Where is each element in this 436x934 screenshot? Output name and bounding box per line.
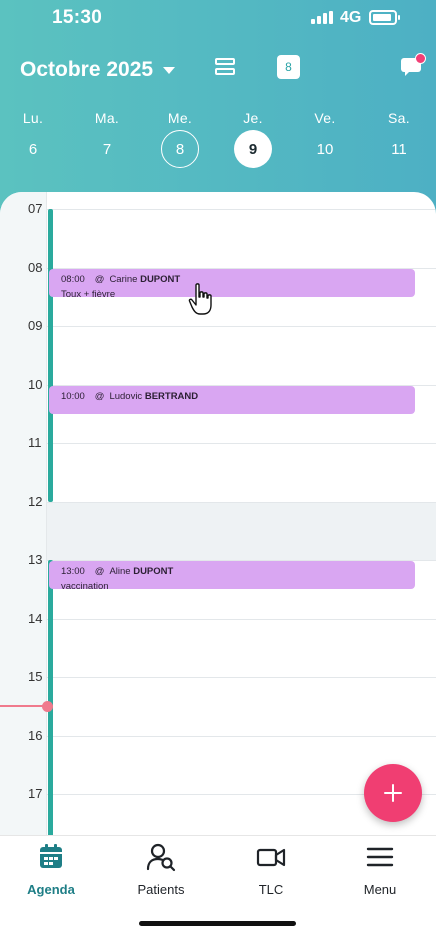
view-toggle-icon[interactable] xyxy=(215,58,235,76)
hand-cursor-icon xyxy=(188,283,212,315)
appointment-time: 13:00 xyxy=(61,566,85,577)
day-9[interactable]: Je. 9 xyxy=(223,108,283,168)
day-10[interactable]: Ve. 10 xyxy=(295,108,355,168)
nav-label: Agenda xyxy=(27,882,75,897)
nav-label: TLC xyxy=(258,882,284,897)
patient-last-name: DUPONT xyxy=(140,273,181,285)
hour-label: 08 xyxy=(28,259,43,275)
hour-label: 07 xyxy=(28,201,43,216)
patients-icon xyxy=(146,843,176,872)
nav-tlc[interactable]: TLC xyxy=(221,842,321,897)
hour-line xyxy=(47,443,436,444)
month-selector[interactable]: Octobre 2025 xyxy=(20,56,176,84)
hour-line xyxy=(47,326,436,327)
hour-line xyxy=(47,677,436,678)
appointment-reason: Toux + fièvre xyxy=(61,288,116,300)
day-number: 8 xyxy=(161,130,199,168)
at-icon: @ xyxy=(94,273,105,285)
patient-first-name: Carine xyxy=(109,273,138,285)
day-number: 9 xyxy=(234,130,272,168)
day-6[interactable]: Lu. 6 xyxy=(3,108,63,168)
hour-label: 13 xyxy=(28,552,43,567)
calendar-icon xyxy=(40,844,62,868)
appointment-card[interactable]: 13:00 @ Aline DUPONT vaccination xyxy=(49,561,415,592)
day-number: 7 xyxy=(102,140,112,158)
patient-first-name: Ludovic xyxy=(109,390,143,402)
nav-label: Patients xyxy=(137,882,185,897)
day-name: Sa. xyxy=(388,110,410,126)
day-name: Ma. xyxy=(94,110,120,126)
day-name: Lu. xyxy=(22,110,44,126)
hour-label: 12 xyxy=(28,493,43,509)
day-number: 6 xyxy=(28,140,38,158)
nav-menu[interactable]: Menu xyxy=(330,842,430,897)
at-icon: @ xyxy=(94,390,105,402)
hour-label: 09 xyxy=(28,318,43,333)
at-icon: @ xyxy=(94,566,105,577)
patient-last-name: BERTRAND xyxy=(144,390,199,402)
hour-label: 10 xyxy=(28,376,43,392)
today-calendar-icon[interactable]: 8 xyxy=(277,55,300,79)
unavailable-slot xyxy=(47,501,436,560)
hour-label: 16 xyxy=(28,727,43,743)
today-badge: 8 xyxy=(285,60,292,74)
patient-first-name: Aline xyxy=(109,566,131,577)
day-8[interactable]: Me. 8 xyxy=(150,108,210,168)
day-7[interactable]: Ma. 7 xyxy=(77,108,137,168)
appointment-time: 08:00 xyxy=(61,273,85,285)
hour-line xyxy=(47,618,436,620)
nav-label: Menu xyxy=(363,882,397,897)
network-type: 4G xyxy=(340,9,362,26)
agenda-grid[interactable]: 07 08 09 10 11 12 13 14 15 16 17 08:00 @ Carine DUPON… xyxy=(0,192,436,835)
day-11[interactable]: Sa. 11 xyxy=(369,108,429,168)
hour-line xyxy=(47,209,436,210)
appointment-reason: vaccination xyxy=(61,581,109,592)
hour-label: 15 xyxy=(28,669,43,684)
day-name: Je. xyxy=(243,110,263,126)
appointment-time: 10:00 xyxy=(61,390,85,402)
hour-line xyxy=(47,501,436,503)
app-header: 15:30 4G Octobre 2025 8 Lu. 6 Ma. 7 Me. 8 Je. 9… xyxy=(0,0,436,215)
day-name: Ve. xyxy=(314,110,336,126)
patient-last-name: DUPONT xyxy=(133,566,174,577)
battery-level xyxy=(373,14,391,21)
appointment-card[interactable]: 10:00 @ Ludovic BERTRAND xyxy=(49,385,415,414)
battery-icon xyxy=(369,10,400,25)
nav-agenda[interactable]: Agenda xyxy=(1,842,101,897)
add-appointment-button[interactable] xyxy=(364,764,422,822)
bottom-nav: Agenda Patients TLC Menu xyxy=(0,835,436,934)
availability-bar xyxy=(48,560,53,835)
day-number: 10 xyxy=(316,140,334,158)
hour-label: 11 xyxy=(28,435,42,450)
nav-patients[interactable]: Patients xyxy=(111,842,211,897)
appointment-card[interactable]: 08:00 @ Carine DUPONT Toux + fièvre xyxy=(49,268,415,300)
status-bar: 15:30 4G xyxy=(0,0,436,36)
video-icon xyxy=(256,848,286,867)
notification-dot xyxy=(415,53,426,64)
signal-icon xyxy=(311,11,333,24)
caret-down-icon xyxy=(163,66,176,74)
status-time: 15:30 xyxy=(52,7,103,28)
day-number: 11 xyxy=(391,140,407,158)
availability-bar xyxy=(48,209,53,502)
hour-label: 14 xyxy=(28,610,43,626)
hour-label: 17 xyxy=(28,786,43,801)
hour-line xyxy=(47,735,436,737)
month-label: Octobre 2025 xyxy=(20,58,154,81)
menu-icon xyxy=(366,847,394,867)
day-name: Me. xyxy=(167,110,193,126)
current-time-dot xyxy=(42,700,53,712)
current-time-line xyxy=(0,705,48,708)
home-indicator xyxy=(139,921,296,926)
